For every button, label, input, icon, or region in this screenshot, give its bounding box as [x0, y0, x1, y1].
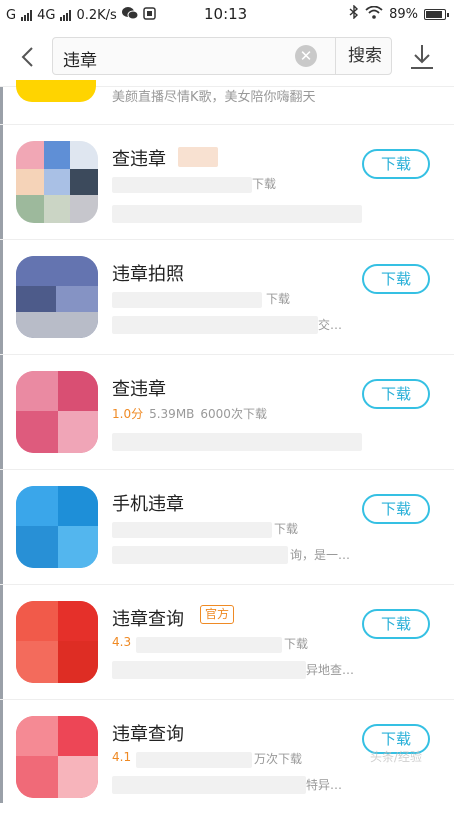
download-button[interactable]: 下载: [362, 609, 430, 639]
app-desc: 美颜直播尽情K歌，美女陪你嗨翻天: [112, 90, 316, 105]
blurred-region: [178, 147, 218, 167]
app-meta: 4.3: [112, 635, 137, 649]
download-count: 万次下载: [254, 752, 303, 766]
grid-icon: [16, 141, 98, 223]
search-input[interactable]: 违章 ✕ 搜索: [52, 37, 392, 75]
wifi-icon: [365, 5, 383, 23]
app-meta: 下载: [266, 290, 290, 307]
app-name: 违章拍照: [112, 264, 184, 285]
download-count: 6000次下载: [200, 407, 267, 421]
signal-icon-2: [60, 9, 72, 21]
blurred-region: [112, 776, 306, 794]
download-icon: [411, 45, 433, 69]
car-icon: [16, 601, 98, 683]
official-badge: 官方: [200, 605, 235, 624]
rating: 4.1: [112, 750, 132, 764]
list-item[interactable]: 手机违章 下载 询，是一… 下载: [0, 470, 454, 585]
blurred-region: [112, 433, 362, 451]
blurred-region: [136, 637, 282, 653]
list-item[interactable]: 查违章 1.0分 5.39MB 6000次下载 下载: [0, 355, 454, 470]
file-size: 5.39MB: [149, 407, 195, 421]
blurred-region: [112, 522, 272, 538]
blurred-region: [136, 752, 252, 768]
car-icon: [16, 716, 98, 798]
app-desc: 异地查…: [306, 663, 355, 677]
download-button[interactable]: 下载: [362, 264, 430, 294]
blurred-region: [112, 177, 252, 193]
download-count: 下载: [284, 637, 309, 651]
app-name: 手机违章: [112, 494, 184, 515]
network-label: 4G: [37, 7, 56, 23]
download-count: 下载: [266, 292, 291, 306]
download-button[interactable]: 下载: [362, 494, 430, 524]
list-item[interactable]: 查违章 下载 下载: [0, 125, 454, 240]
app-name: 违章查询: [112, 609, 184, 630]
phone-icon: [16, 486, 98, 568]
battery-icon: [424, 8, 449, 20]
search-button[interactable]: 搜索: [335, 38, 394, 74]
status-left: G 4G 0.2K/s: [6, 6, 156, 24]
clock: 10:13: [204, 5, 248, 23]
download-count: 下载: [274, 522, 299, 536]
app-name: 违章查询: [112, 724, 184, 745]
chevron-left-icon: [21, 47, 33, 67]
app-list: 美颜直播尽情K歌，美女陪你嗨翻天 查违章 下载 下载 违章拍照 下载 交… 下载…: [0, 80, 454, 814]
wifi-icon: [16, 371, 98, 453]
list-item[interactable]: 违章查询 官方 4.3 下载 异地查… 下载: [0, 585, 454, 700]
search-header: 违章 ✕ 搜索: [0, 28, 454, 87]
app-meta-right: 下载: [284, 635, 308, 652]
notification-icon: [143, 6, 156, 24]
blurred-region: [112, 292, 262, 308]
blurred-region: [112, 546, 288, 564]
app-meta: 下载: [252, 175, 276, 192]
wechat-icon: [121, 6, 139, 24]
app-meta-right: 万次下载: [254, 750, 302, 767]
carrier-label: G: [6, 7, 17, 23]
net-speed: 0.2K/s: [76, 7, 117, 23]
download-button[interactable]: 下载: [362, 149, 430, 179]
app-desc: 询，是一…: [290, 548, 351, 562]
status-bar: G 4G 0.2K/s 10:13 89%: [0, 0, 454, 28]
clear-icon[interactable]: ✕: [295, 45, 317, 67]
watermark: 头条/经验: [370, 750, 423, 764]
back-button[interactable]: [10, 40, 44, 74]
app-desc: 交…: [318, 318, 343, 332]
rating: 1.0分: [112, 407, 144, 421]
app-meta: 下载: [274, 520, 298, 537]
blurred-region: [112, 205, 362, 223]
camera-icon: [16, 256, 98, 338]
download-manager-button[interactable]: [406, 41, 438, 73]
list-item-partial[interactable]: 美颜直播尽情K歌，美女陪你嗨翻天: [0, 80, 454, 125]
app-meta: 4.1: [112, 750, 137, 764]
rating: 4.3: [112, 635, 132, 649]
download-button[interactable]: 下载: [362, 379, 430, 409]
app-icon: [16, 80, 96, 102]
blurred-region: [112, 316, 318, 334]
app-meta: 1.0分 5.39MB 6000次下载: [112, 405, 267, 422]
bluetooth-icon: [349, 4, 359, 23]
search-query[interactable]: 违章: [63, 46, 97, 71]
list-item[interactable]: 违章拍照 下载 交… 下载: [0, 240, 454, 355]
app-desc: 特异…: [306, 778, 343, 792]
app-name: 查违章: [112, 149, 166, 170]
battery-percent: 89%: [389, 6, 418, 22]
download-count: 下载: [252, 177, 277, 191]
app-name: 查违章: [112, 379, 166, 400]
status-right: 89%: [349, 4, 449, 23]
blurred-region: [112, 661, 306, 679]
signal-icon: [21, 9, 33, 21]
